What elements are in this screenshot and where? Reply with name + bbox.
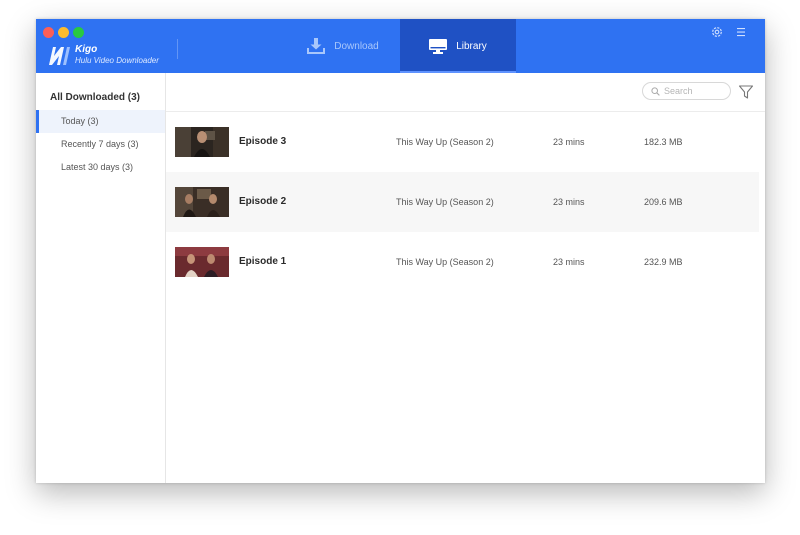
- search-input[interactable]: [664, 86, 724, 96]
- video-size: 232.9 MB: [644, 257, 683, 267]
- sidebar-item-recently-7-days[interactable]: Recently 7 days (3): [36, 133, 165, 156]
- video-title: Episode 3: [239, 136, 287, 147]
- video-title: Episode 1: [239, 256, 287, 267]
- download-icon: [307, 38, 326, 54]
- brand-divider: [177, 39, 178, 59]
- gear-icon[interactable]: [710, 25, 724, 39]
- monitor-icon: [429, 38, 448, 54]
- search-box[interactable]: [642, 82, 731, 100]
- video-series: This Way Up (Season 2): [396, 257, 494, 267]
- tab-download-label: Download: [334, 40, 379, 52]
- search-icon: [651, 86, 660, 96]
- video-series: This Way Up (Season 2): [396, 197, 494, 207]
- video-title: Episode 2: [239, 196, 287, 207]
- video-size: 209.6 MB: [644, 197, 683, 207]
- table-row[interactable]: Episode 3 This Way Up (Season 2) 23 mins…: [166, 112, 759, 172]
- minimize-window-button[interactable]: [58, 27, 69, 38]
- tab-download[interactable]: Download: [286, 19, 400, 73]
- tab-library[interactable]: Library: [400, 19, 516, 73]
- sidebar-heading-all-downloaded[interactable]: All Downloaded (3): [50, 92, 140, 103]
- video-size: 182.3 MB: [644, 137, 683, 147]
- sidebar-item-latest-30-days[interactable]: Latest 30 days (3): [36, 156, 165, 179]
- kigo-logo-icon: [49, 47, 70, 65]
- library-toolbar: [166, 73, 765, 112]
- app-name: Kigo: [75, 44, 98, 55]
- title-bar: Kigo Hulu Video Downloader Download Libr…: [36, 19, 765, 73]
- video-duration: 23 mins: [553, 137, 585, 147]
- app-window: Kigo Hulu Video Downloader Download Libr…: [36, 19, 765, 483]
- table-row[interactable]: Episode 1 This Way Up (Season 2) 23 mins…: [166, 232, 759, 292]
- table-row[interactable]: Episode 2 This Way Up (Season 2) 23 mins…: [166, 172, 759, 232]
- video-duration: 23 mins: [553, 257, 585, 267]
- video-duration: 23 mins: [553, 197, 585, 207]
- sidebar: All Downloaded (3) Today (3) Recently 7 …: [36, 73, 166, 483]
- menu-icon[interactable]: [734, 25, 748, 39]
- video-list: Episode 3 This Way Up (Season 2) 23 mins…: [166, 112, 759, 292]
- video-series: This Way Up (Season 2): [396, 137, 494, 147]
- filter-icon[interactable]: [738, 84, 754, 100]
- close-window-button[interactable]: [43, 27, 54, 38]
- tab-library-label: Library: [456, 40, 487, 52]
- video-thumbnail: [175, 187, 229, 217]
- video-thumbnail: [175, 127, 229, 157]
- video-thumbnail: [175, 247, 229, 277]
- app-subtitle: Hulu Video Downloader: [75, 56, 159, 65]
- sidebar-item-today[interactable]: Today (3): [36, 110, 165, 133]
- maximize-window-button[interactable]: [73, 27, 84, 38]
